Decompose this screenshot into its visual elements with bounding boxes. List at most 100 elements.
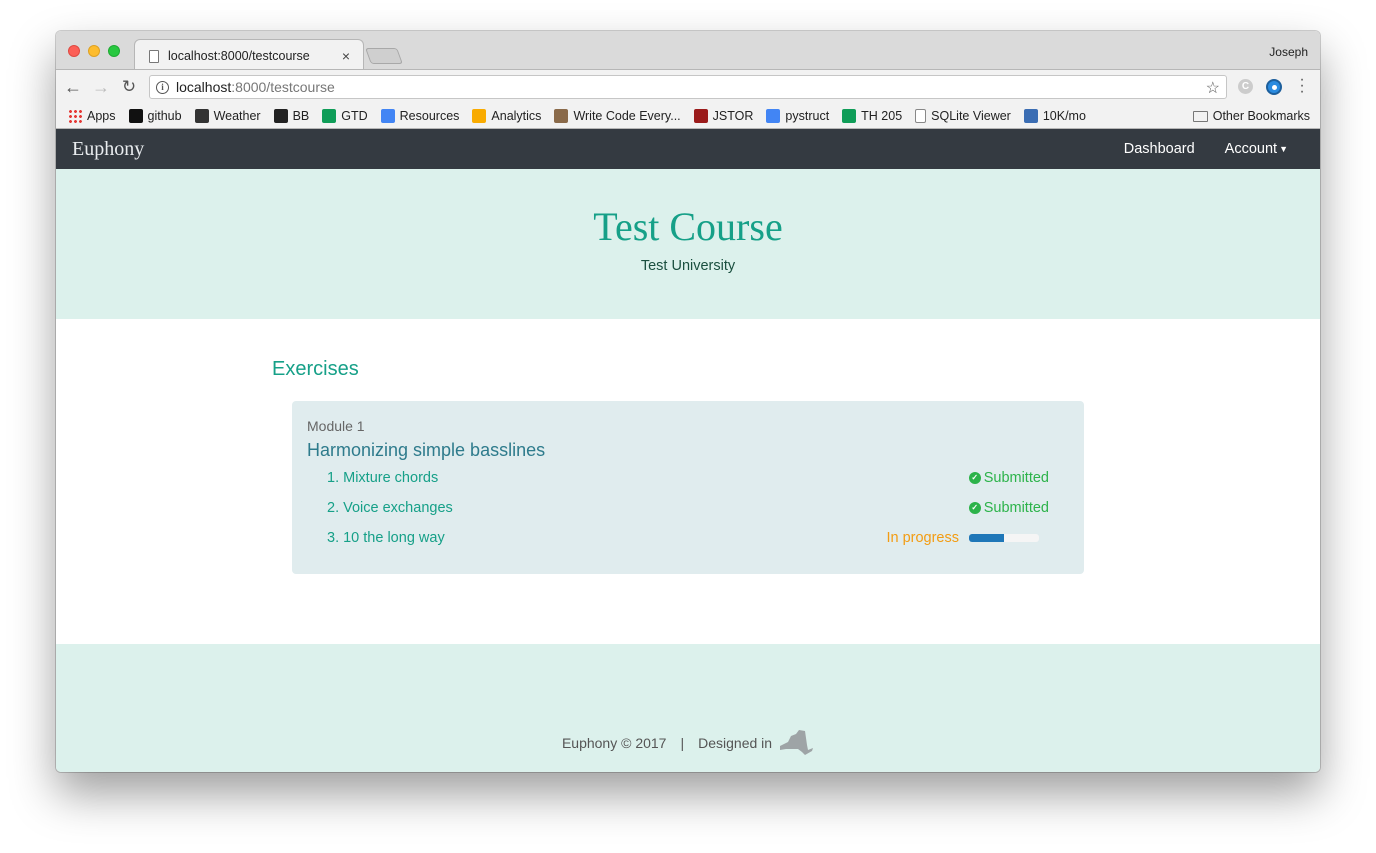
bookmark-item[interactable]: GTD: [322, 108, 368, 123]
other-bookmarks[interactable]: Other Bookmarks: [1192, 109, 1310, 123]
bookmark-label: Apps: [87, 108, 116, 123]
course-institution: Test University: [640, 258, 736, 274]
tracker-icon: [1023, 108, 1038, 123]
file-icon: [915, 108, 927, 123]
exercise-row: 1. Mixture chords ✓ Submitted: [327, 469, 1049, 489]
tab-strip: localhost:8000/testcourse × Joseph: [56, 31, 1320, 70]
nav-account-label: Account: [1224, 141, 1278, 157]
sheets-icon: [322, 108, 337, 123]
other-bookmarks-label: Other Bookmarks: [1212, 109, 1310, 123]
bookmark-item[interactable]: TH 205: [842, 108, 903, 123]
url-path: :8000/testcourse: [231, 79, 335, 95]
check-circle-icon: ✓: [968, 472, 981, 484]
course-title: Test Course: [593, 204, 783, 249]
tab-close-icon[interactable]: ×: [339, 48, 353, 64]
module-label: Module 1: [307, 418, 365, 434]
maximize-window-button[interactable]: [108, 45, 120, 57]
bookmark-item[interactable]: SQLite Viewer: [915, 108, 1011, 123]
bookmark-item[interactable]: pystruct: [766, 108, 830, 123]
extension-eye-icon[interactable]: [1266, 79, 1282, 95]
jstor-icon: [693, 108, 708, 123]
bookmark-star-icon[interactable]: ☆: [1206, 78, 1220, 98]
footer-copyright: Euphony © 2017: [561, 735, 667, 751]
exercises-heading: Exercises: [272, 358, 359, 380]
bookmark-label: 10K/mo: [1042, 108, 1086, 123]
course-header: Test Course Test University: [56, 169, 1320, 319]
module-card: Module 1 Harmonizing simple basslines 1.…: [292, 401, 1084, 574]
bookmark-label: Write Code Every...: [573, 108, 681, 123]
status-label: Submitted: [983, 500, 1049, 516]
new-york-state-icon: [780, 730, 814, 755]
bookmark-item[interactable]: github: [128, 108, 182, 123]
exercise-link[interactable]: 3. 10 the long way: [327, 530, 445, 546]
bookmark-item[interactable]: Write Code Every...: [554, 108, 681, 123]
exercise-link[interactable]: 2. Voice exchanges: [327, 500, 453, 516]
bookmark-label: github: [147, 108, 182, 123]
footer-designed-in: Designed in: [698, 735, 773, 751]
tab-title: localhost:8000/testcourse: [168, 49, 310, 63]
nav-dashboard-link[interactable]: Dashboard: [1124, 141, 1195, 157]
status-label: Submitted: [983, 470, 1049, 486]
bookmark-item[interactable]: Weather: [194, 108, 261, 123]
browser-toolbar: ← → ↻ i localhost:8000/testcourse ☆ C · ·…: [56, 69, 1320, 103]
progress-bar-fill: [969, 534, 1004, 542]
check-circle-icon: ✓: [968, 502, 981, 514]
blackboard-icon: [273, 108, 288, 123]
docs-icon: [380, 108, 395, 123]
site-info-icon[interactable]: i: [156, 80, 169, 94]
docs-icon: [766, 108, 781, 123]
extension-c-icon[interactable]: C: [1238, 79, 1253, 94]
browser-tab[interactable]: localhost:8000/testcourse ×: [134, 39, 364, 70]
web-page: Euphony Dashboard Account ▼ Test Course T…: [56, 129, 1320, 772]
page-icon: [149, 49, 159, 63]
bookmark-item[interactable]: BB: [273, 108, 309, 123]
bookmarks-bar: Apps github Weather BB GTD Resources Analytics…: [56, 103, 1320, 129]
bookmark-label: TH 205: [861, 108, 903, 123]
reload-icon[interactable]: ↻: [118, 76, 140, 98]
status-submitted: ✓ Submitted: [968, 470, 1049, 486]
bookmark-item[interactable]: JSTOR: [693, 108, 754, 123]
status-label: In progress: [886, 530, 959, 546]
avatar-icon: [554, 108, 569, 123]
bookmark-item[interactable]: Analytics: [472, 108, 542, 123]
bookmark-label: Resources: [399, 108, 460, 123]
forward-arrow-icon[interactable]: →: [90, 76, 112, 98]
exercise-row: 2. Voice exchanges ✓ Submitted: [327, 499, 1049, 519]
back-arrow-icon[interactable]: ←: [62, 76, 84, 98]
new-tab-button[interactable]: [365, 48, 403, 64]
bookmark-item[interactable]: Apps: [68, 108, 116, 123]
github-icon: [128, 108, 143, 123]
nav-account-dropdown[interactable]: Account ▼: [1225, 141, 1288, 157]
browser-window: localhost:8000/testcourse × Joseph ← → ↻…: [56, 31, 1320, 772]
site-footer: Euphony © 2017 | Designed in: [56, 644, 1320, 772]
minimize-window-button[interactable]: [88, 45, 100, 57]
bookmark-label: GTD: [341, 108, 368, 123]
caret-down-icon: ▼: [1279, 144, 1288, 154]
progress-bar: [969, 534, 1039, 542]
close-window-button[interactable]: [68, 45, 80, 57]
analytics-icon: [472, 108, 487, 123]
status-submitted: ✓ Submitted: [968, 500, 1049, 516]
site-brand[interactable]: Euphony: [72, 138, 144, 161]
site-navbar: Euphony Dashboard Account ▼: [56, 129, 1320, 169]
bookmark-item[interactable]: Resources: [380, 108, 460, 123]
apps-grid-icon: [68, 108, 82, 123]
status-in-progress: In progress: [886, 530, 1039, 546]
bookmark-label: Weather: [213, 108, 261, 123]
exercise-link[interactable]: 1. Mixture chords: [327, 470, 438, 486]
exercise-row: 3. 10 the long way In progress: [327, 529, 1049, 549]
profile-name[interactable]: Joseph: [1269, 45, 1308, 59]
module-title[interactable]: Harmonizing simple basslines: [307, 440, 545, 461]
bookmark-label: JSTOR: [712, 108, 754, 123]
bookmark-label: pystruct: [785, 108, 830, 123]
address-bar[interactable]: i localhost:8000/testcourse ☆: [149, 75, 1227, 99]
url-host: localhost: [176, 79, 232, 95]
bookmark-item[interactable]: 10K/mo: [1023, 108, 1086, 123]
folder-icon: [1192, 110, 1208, 122]
bookmark-label: Analytics: [491, 108, 542, 123]
bookmark-label: SQLite Viewer: [931, 108, 1011, 123]
weather-icon: [194, 108, 209, 123]
footer-separator: |: [680, 735, 685, 751]
drive-icon: [842, 108, 857, 123]
browser-menu-icon[interactable]: · · ·: [1296, 72, 1308, 100]
